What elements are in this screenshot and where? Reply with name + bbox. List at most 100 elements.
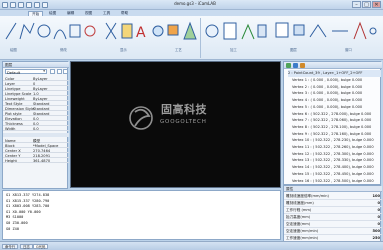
command-line: G1 X815.337 Y280.790 [6, 198, 50, 203]
process-property-row[interactable]: 空走速度(mm) 0 [284, 221, 382, 228]
ribbon-group-display: 显示 [120, 48, 127, 52]
process-property-key: 空走速度(mm/min) [286, 229, 319, 233]
property-value: 1.0 [33, 91, 39, 96]
property-value: ByLayer [33, 76, 48, 81]
tab-gcode[interactable]: G代码 [33, 244, 49, 249]
minimize-button[interactable]: – [352, 1, 361, 8]
save-icon[interactable] [26, 1, 32, 8]
property-row[interactable]: Width 0.0 [3, 126, 69, 131]
process-property-row[interactable]: 抬刀高度(mm) 0 [284, 214, 382, 221]
property-value: 361.4870 [33, 158, 51, 163]
property-key: Width [5, 126, 16, 131]
command-line: G1 X803.008 Y283.700 [6, 204, 50, 209]
ribbon-group-layer: 图层 [290, 48, 297, 52]
property-key: Linetype [5, 86, 21, 91]
command-output[interactable]: G1 X813.337 Y274.838 G1 X815.337 Y280.790… [2, 190, 281, 240]
process-property-value: 0 [377, 208, 380, 212]
ribbon-group-modify: 修改 [60, 48, 67, 52]
process-tools-icons[interactable] [274, 19, 378, 43]
process-property-value: 0 [377, 222, 380, 226]
app-icon[interactable] [2, 1, 8, 8]
property-row[interactable]: Height 361.4870 [3, 158, 69, 163]
brand-english-name: GOOGOLTECH [160, 119, 207, 125]
entity-tree-panel: 2 : PointCount_39 , Layer:_1+OFF_2+OFF V… [283, 61, 383, 185]
googoltech-logo-icon [129, 106, 153, 130]
grid-icon[interactable] [50, 69, 55, 74]
svg-text:A: A [136, 25, 146, 41]
status-bar: 命令行 日志 G代码 [0, 241, 383, 250]
add-icon[interactable] [286, 63, 291, 68]
process-properties-header: 属性 [284, 186, 382, 192]
process-property-key: 工作速度(mm/min) [286, 236, 319, 240]
process-property-value: 250 [372, 236, 380, 240]
process-property-key: 抬刀高度(mm) [286, 215, 311, 219]
property-key: Lineweight [5, 96, 25, 101]
process-properties-title: 属性 [286, 187, 294, 191]
property-value: Standard [33, 106, 50, 111]
vertex-item[interactable]: Vertex 16 : ( 502.322 , 278.500), bulge … [292, 178, 383, 185]
open-icon[interactable] [18, 1, 24, 8]
display-tools-icons[interactable] [204, 19, 268, 43]
property-value: 218.2091 [33, 153, 51, 158]
command-line: G0 Z40 [6, 226, 19, 231]
process-property-key: 雕刻线速度(mm) [286, 201, 314, 205]
property-value: ByLayer [33, 96, 48, 101]
property-key: Center X [5, 148, 21, 153]
property-key: Elevation [5, 116, 22, 121]
sort-icon[interactable] [57, 69, 62, 74]
undo-icon[interactable] [34, 1, 40, 8]
window-title: demo.gs3 - iCamLAB [174, 1, 216, 6]
command-line: G1 X0.000 Y0.000 [6, 209, 41, 214]
redo-icon[interactable] [42, 1, 48, 8]
brand-chinese-name: 固高科技 [161, 103, 207, 116]
properties-header: 图层 [3, 62, 69, 68]
settings-icon[interactable] [300, 63, 305, 68]
draw-tools-icons[interactable] [4, 19, 100, 43]
ribbon-group-process: 工艺 [175, 48, 182, 52]
process-property-key: 工作行程 (mm) [286, 208, 312, 212]
property-key: Name [5, 138, 16, 143]
property-value: 270.7464 [33, 148, 51, 153]
title-bar: demo.gs3 - iCamLAB – □ ✕ [0, 0, 383, 10]
property-value: Standard [33, 101, 50, 106]
property-value: 0.0 [33, 126, 39, 131]
tab-command-line[interactable]: 命令行 [2, 244, 19, 249]
brand-logo: 固高科技 GOOGOLTECH [127, 103, 239, 134]
property-key: Block [5, 143, 15, 148]
ribbon-separator [200, 18, 201, 58]
property-key: Plot style [5, 111, 22, 116]
modify-tools-icons[interactable]: A [102, 19, 198, 43]
property-value: Standard [33, 111, 50, 116]
select-objects-icon[interactable] [63, 69, 68, 74]
ribbon: A 绘图 修改 显示 工艺 加工 图层 窗口 [0, 16, 383, 60]
property-key: Thickness [5, 121, 23, 126]
entity-tree-toolbar [284, 62, 382, 69]
process-property-row[interactable]: 空走速度(mm/min) 500 [284, 228, 382, 235]
process-property-row[interactable]: 工作行程 (mm) 0 [284, 207, 382, 214]
property-value: 0 [33, 81, 36, 86]
property-key: Color [5, 76, 15, 81]
command-line: M3 S1000 [6, 215, 24, 220]
layer-select[interactable]: Default ▾ [5, 69, 47, 75]
ribbon-group-machining: 加工 [230, 48, 237, 52]
property-value: 0.0 [33, 121, 39, 126]
process-property-value: 0 [377, 215, 380, 219]
chevron-down-icon: ▾ [43, 69, 45, 73]
process-property-row[interactable]: 雕刻线速度(mm) 0 [284, 200, 382, 207]
layer-select-value: Default [7, 70, 21, 75]
property-key: Height [5, 158, 17, 163]
property-value: 0.0 [33, 116, 39, 121]
process-properties-panel: 属性 雕刻线速度倍率(mm/min) 100 雕刻线速度(mm) 0 工作行程 (mm)… [283, 185, 382, 242]
property-key: Dimension Style [5, 106, 35, 111]
process-property-value: 0 [377, 201, 380, 205]
property-key: Linetype Scale [5, 91, 32, 96]
new-icon[interactable] [10, 1, 16, 8]
entity-tree-root[interactable]: 2 : PointCount_39 , Layer:_1+OFF_2+OFF [288, 70, 381, 77]
process-property-value: 500 [372, 229, 380, 233]
refresh-icon[interactable] [293, 63, 298, 68]
process-property-row[interactable]: 雕刻线速度倍率(mm/min) 100 [284, 193, 382, 200]
close-button[interactable]: ✕ [372, 1, 381, 8]
tab-log[interactable]: 日志 [20, 244, 33, 249]
maximize-button[interactable]: □ [362, 1, 371, 8]
property-key: Center Y [5, 153, 21, 158]
